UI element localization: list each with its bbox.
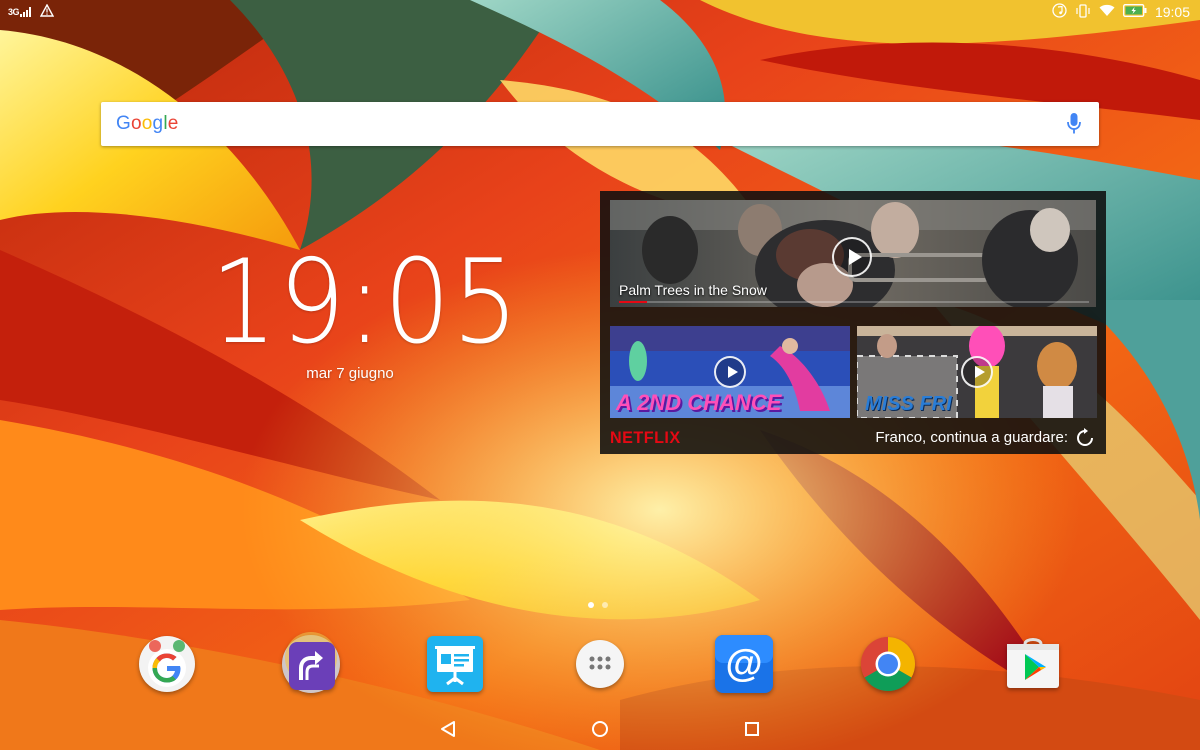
share-app[interactable] bbox=[279, 632, 343, 696]
warning-icon bbox=[39, 3, 55, 20]
chrome[interactable] bbox=[856, 632, 920, 696]
continue-watching-prompt: Franco, continua a guardare: bbox=[875, 429, 1068, 446]
vibrate-icon bbox=[1075, 3, 1091, 21]
clock-time: 19:05 bbox=[210, 235, 521, 370]
page-indicator bbox=[588, 602, 608, 608]
netflix-logo[interactable]: NETFLIX bbox=[610, 428, 681, 448]
battery-charging-icon bbox=[1123, 4, 1147, 20]
thumbnail-title-art: A 2ND CHANCE bbox=[616, 390, 782, 415]
network-type-label: 3G bbox=[8, 7, 20, 17]
at-sign-icon: @ bbox=[715, 635, 773, 693]
refresh-icon[interactable] bbox=[1074, 427, 1096, 454]
clock-widget[interactable]: 19:05 mar 7 giugno bbox=[195, 235, 521, 383]
music-icon bbox=[1052, 3, 1067, 21]
thumbnail-title-art: MISS FRI bbox=[865, 393, 952, 415]
netflix-widget: Palm Trees in the Snow A 2ND CHANCE MISS… bbox=[600, 191, 1106, 454]
google-logo-text: Google bbox=[116, 113, 179, 134]
signal-icon: 3G bbox=[8, 7, 32, 17]
status-time: 19:05 bbox=[1154, 4, 1190, 20]
mic-icon[interactable] bbox=[1067, 113, 1081, 140]
status-bar: 3G 19:05 bbox=[0, 0, 1200, 24]
featured-title: Palm Trees in the Snow bbox=[619, 282, 767, 298]
google-logo-letter: G bbox=[116, 113, 131, 134]
google-folder[interactable] bbox=[135, 632, 199, 696]
video-thumbnail-second-chance[interactable]: A 2ND CHANCE bbox=[610, 326, 850, 418]
google-logo: Google bbox=[116, 113, 179, 135]
wifi-icon bbox=[1099, 4, 1115, 20]
home-icon[interactable] bbox=[585, 714, 615, 744]
play-icon[interactable] bbox=[832, 237, 872, 277]
play-store-icon bbox=[1007, 638, 1059, 688]
dock: @ bbox=[0, 632, 1200, 700]
google-logo-letter: o bbox=[130, 113, 142, 134]
google-g-icon bbox=[139, 636, 195, 692]
google-logo-letter: o bbox=[141, 113, 153, 134]
google-logo-letter: g bbox=[152, 113, 164, 134]
netflix-footer: NETFLIX Franco, continua a guardare: bbox=[610, 427, 1100, 449]
featured-video[interactable]: Palm Trees in the Snow bbox=[610, 200, 1096, 307]
featured-progress-fill bbox=[619, 301, 648, 303]
play-icon[interactable] bbox=[714, 356, 746, 388]
play-icon[interactable] bbox=[961, 356, 993, 388]
play-store[interactable] bbox=[1001, 632, 1065, 696]
google-search-bar[interactable]: Google bbox=[101, 102, 1099, 146]
email-app[interactable]: @ bbox=[712, 632, 776, 696]
svg-text:@: @ bbox=[725, 643, 762, 685]
recents-icon[interactable] bbox=[737, 714, 767, 744]
navigation-bar bbox=[0, 706, 1200, 750]
app-drawer[interactable] bbox=[568, 632, 632, 696]
featured-progress-bar bbox=[619, 301, 1089, 303]
back-icon[interactable] bbox=[434, 714, 464, 744]
chrome-icon bbox=[860, 637, 916, 692]
presentation-app[interactable] bbox=[423, 632, 487, 696]
page-dot bbox=[602, 602, 608, 608]
app-drawer-icon bbox=[576, 640, 624, 688]
video-thumbnail-miss-fri[interactable]: MISS FRI bbox=[857, 326, 1097, 418]
google-logo-letter: e bbox=[167, 113, 179, 134]
presentation-icon bbox=[427, 636, 483, 692]
page-dot-active bbox=[588, 602, 594, 608]
share-arrow-icon bbox=[282, 632, 340, 693]
